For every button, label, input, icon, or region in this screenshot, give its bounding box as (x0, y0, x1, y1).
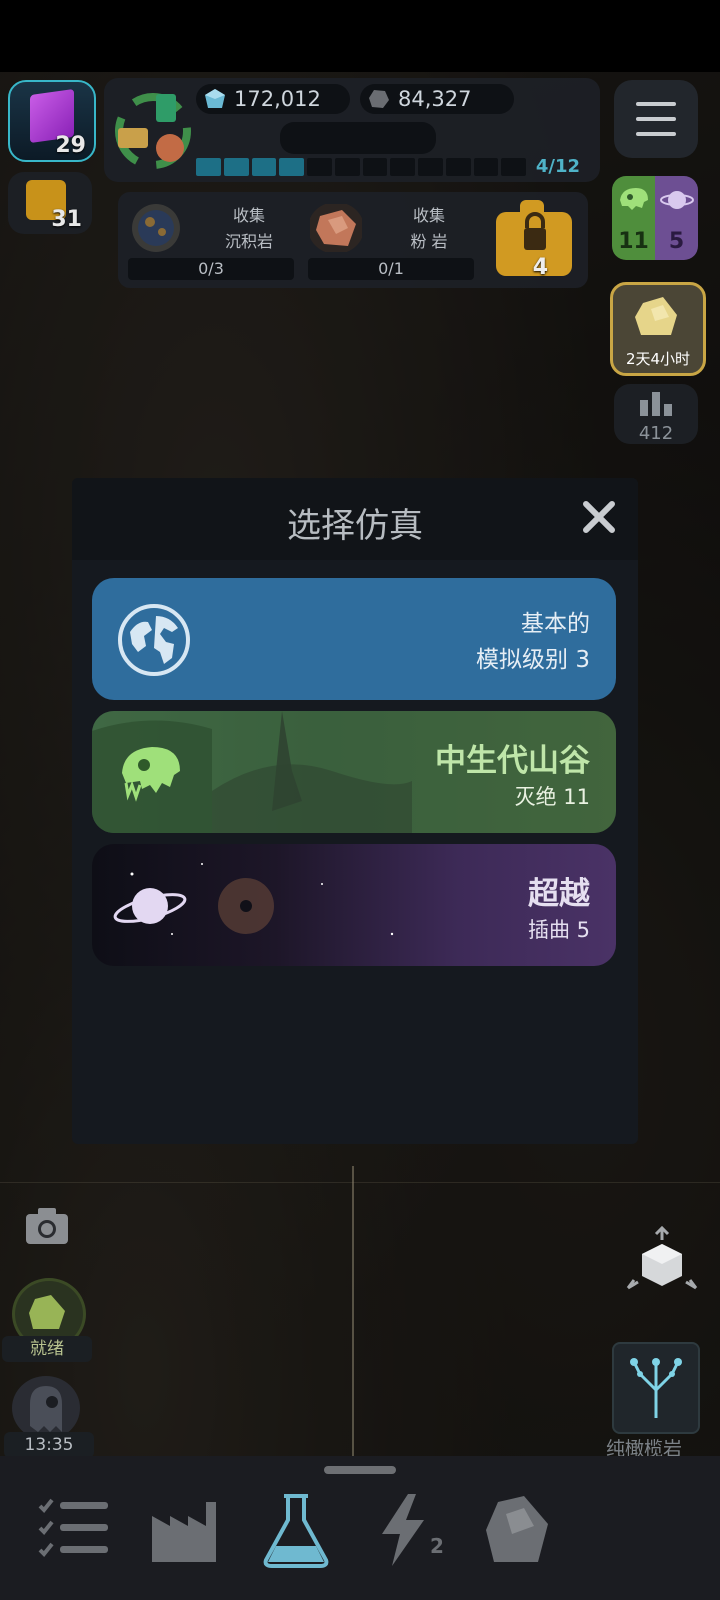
card-subtitle: 灭绝 11 (514, 785, 590, 809)
card-subtitle: 模拟级别 3 (476, 647, 590, 673)
simulation-status-badge[interactable]: 11 5 (612, 176, 698, 260)
alien-timer-button[interactable] (12, 1376, 80, 1440)
simulation-card-mesozoic[interactable]: 中生代山谷 灭绝 11 (92, 711, 616, 833)
event-timer-label: 2天4小时 (625, 350, 691, 368)
move-cube-icon[interactable] (624, 1226, 700, 1298)
stone-amount: 84,327 (398, 87, 472, 111)
evolution-tree-button[interactable] (612, 1342, 700, 1434)
crystal-icon (205, 89, 225, 108)
ghost-icon (30, 1386, 62, 1432)
progress-segment (334, 158, 360, 176)
locked-puzzle-button[interactable]: 4 (490, 198, 578, 282)
stats-count: 412 (638, 423, 674, 444)
interlude-count: 5 (668, 229, 685, 254)
bottom-navigation: 2 (0, 1456, 720, 1600)
drawer-handle[interactable] (324, 1466, 396, 1474)
progress-segment (418, 158, 443, 176)
rock-icon (29, 1295, 65, 1329)
card-subtitle: 插曲 5 (527, 918, 590, 942)
progress-label: 4/12 (535, 156, 580, 177)
interlude-status: 5 (655, 176, 698, 260)
progress-segment (307, 158, 332, 176)
quest-name: 沉积岩 (224, 232, 273, 251)
tasks-icon[interactable] (34, 1490, 114, 1570)
cube-button[interactable]: 29 (8, 80, 96, 162)
crystal-amount: 172,012 (234, 87, 321, 111)
menu-icon (636, 102, 676, 106)
stone-resource: 84,327 (360, 84, 514, 114)
extinction-count: 11 (618, 229, 649, 254)
flask-icon[interactable] (256, 1490, 336, 1570)
locked-count: 4 (532, 255, 548, 280)
camera-icon[interactable] (24, 1206, 70, 1246)
quest-item[interactable]: 收集 粉 岩 0/1 (304, 198, 474, 282)
sedimentary-rock-icon (132, 204, 180, 252)
progress-segment (362, 158, 388, 176)
progress-segment (251, 158, 277, 176)
select-simulation-dialog: 选择仿真 基本的 模拟级别 3 中生代山谷 灭绝 11 超越 插曲 5 (72, 478, 638, 1144)
level-progress-bar (196, 158, 526, 176)
quest-name: 粉 岩 (410, 232, 448, 251)
progress-segment (501, 158, 526, 176)
progress-segment (445, 158, 471, 176)
dialog-header: 选择仿真 (72, 478, 638, 560)
menu-button[interactable] (614, 80, 698, 158)
quest-title: 收集 (412, 206, 445, 225)
resource-panel[interactable]: 172,012 84,327 4/12 (104, 78, 600, 182)
quest-item[interactable]: 收集 沉积岩 0/3 (124, 198, 294, 282)
simulation-card-beyond[interactable]: 超越 插曲 5 (92, 844, 616, 966)
bar-chart-icon (640, 392, 672, 416)
planet-icon (113, 888, 187, 924)
planet-icon (660, 191, 694, 209)
factory-icon[interactable] (144, 1490, 224, 1570)
powder-rock-icon (310, 204, 362, 252)
rock-icon[interactable] (478, 1490, 558, 1570)
card-title: 超越 (528, 876, 590, 912)
quest-panel[interactable]: 收集 沉积岩 0/3 收集 粉 岩 0/1 4 (118, 192, 588, 288)
alien-timer-label: 13:35 (4, 1432, 94, 1458)
event-timer-button[interactable]: 2天4小时 (610, 282, 706, 376)
tree-icon (630, 1358, 682, 1418)
dino-skull-icon (620, 188, 648, 210)
quest-progress: 0/3 (128, 258, 294, 280)
recycle-icon (115, 93, 191, 169)
puzzle-button[interactable]: 31 (8, 172, 92, 234)
crystal-resource: 172,012 (196, 84, 350, 114)
cube-count: 29 (55, 133, 86, 158)
quest-title: 收集 (232, 206, 265, 225)
stats-button[interactable]: 412 (614, 384, 698, 444)
close-icon[interactable] (578, 496, 620, 538)
quest-progress: 0/1 (308, 258, 474, 280)
progress-segment (473, 158, 499, 176)
progress-segment (279, 158, 304, 176)
card-title: 中生代山谷 (435, 743, 590, 779)
puzzle-count: 31 (51, 207, 82, 232)
progress-segment (196, 158, 221, 176)
energy-badge: 2 (430, 1534, 444, 1558)
blank-resource-slot (280, 122, 436, 154)
lightning-icon[interactable] (364, 1490, 444, 1570)
dino-skull-icon (122, 747, 180, 802)
stone-icon (369, 90, 389, 108)
progress-segment (223, 158, 249, 176)
ready-label: 就绪 (2, 1336, 92, 1362)
rock-event-icon (635, 297, 677, 335)
globe-icon (118, 604, 190, 676)
extinction-status: 11 (612, 176, 655, 260)
simulation-card-basic[interactable]: 基本的 模拟级别 3 (92, 578, 616, 700)
card-title: 基本的 (521, 611, 590, 637)
dialog-title: 选择仿真 (287, 506, 423, 546)
progress-segment (390, 158, 415, 176)
